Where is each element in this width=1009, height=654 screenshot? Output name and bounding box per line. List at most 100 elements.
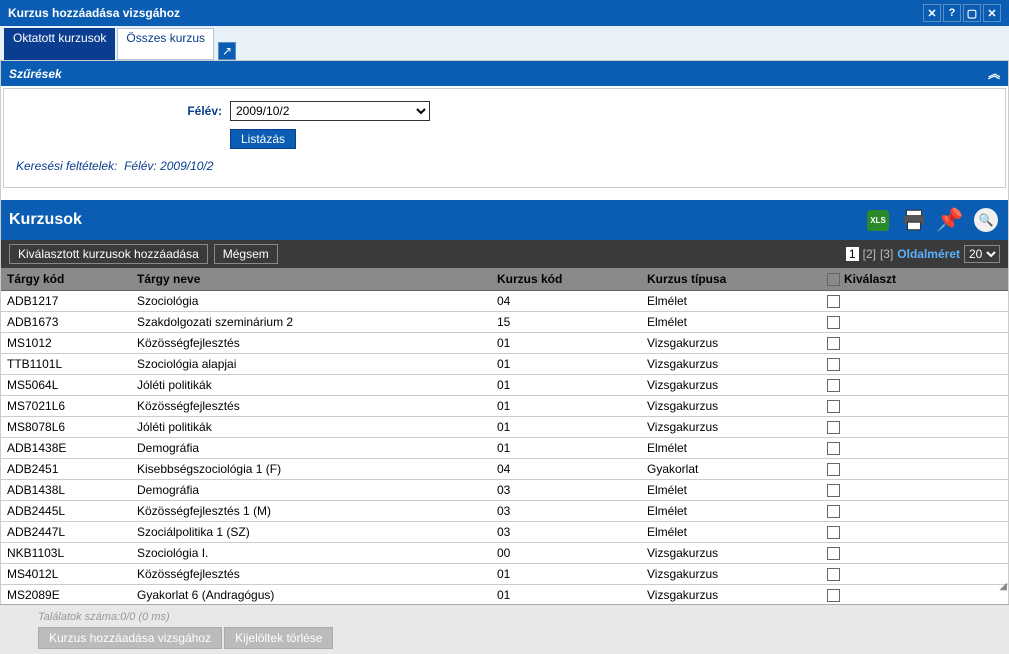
cell-name: Szociálpolitika 1 (SZ) [131,522,491,542]
footer-delete-button[interactable]: Kijelöltek törlése [224,627,333,649]
table-row[interactable]: ADB2447LSzociálpolitika 1 (SZ)03Elmélet [1,522,1008,543]
footer-add-button[interactable]: Kurzus hozzáadása vizsgához [38,627,222,649]
row-checkbox[interactable] [827,484,840,497]
table-row[interactable]: MS1012Közösségfejlesztés01Vizsgakurzus [1,333,1008,354]
row-checkbox[interactable] [827,505,840,518]
cell-select [821,333,941,353]
semester-label: Félév: [12,104,222,118]
row-checkbox[interactable] [827,358,840,371]
cancel-button[interactable]: Mégsem [214,244,278,264]
table-row[interactable]: MS2089EGyakorlat 6 (Andragógus)01Vizsgak… [1,585,1008,606]
cell-select [821,396,941,416]
row-checkbox[interactable] [827,547,840,560]
pin-icon[interactable]: 📌 [936,206,964,234]
cell-name: Közösségfejlesztés [131,396,491,416]
row-checkbox[interactable] [827,442,840,455]
cell-kcode: 01 [491,438,641,458]
cell-name: Szakdolgozati szeminárium 2 [131,312,491,332]
pager: 1 [2] [3] Oldalméret 20 [846,245,1000,263]
semester-select[interactable]: 2009/10/2 [230,101,430,121]
cell-select [821,417,941,437]
add-selected-button[interactable]: Kiválasztott kurzusok hozzáadása [9,244,208,264]
table-row[interactable]: MS8078L6Jóléti politikák01Vizsgakurzus [1,417,1008,438]
cell-code: ADB2445L [1,501,131,521]
table-row[interactable]: ADB1217Szociológia04Elmélet [1,291,1008,312]
minimize-icon[interactable]: ▢ [963,4,981,22]
header-select[interactable]: Kiválaszt [821,268,941,290]
cell-code: ADB1438E [1,438,131,458]
row-checkbox[interactable] [827,526,840,539]
page-3[interactable]: [3] [880,247,893,261]
table-row[interactable]: ADB2451Kisebbségszociológia 1 (F)04Gyako… [1,459,1008,480]
row-checkbox[interactable] [827,316,840,329]
row-checkbox[interactable] [827,379,840,392]
table-row[interactable]: ADB2445LKözösségfejlesztés 1 (M)03Elméle… [1,501,1008,522]
table-row[interactable]: ADB1438LDemográfia03Elmélet [1,480,1008,501]
resize-grip-icon[interactable]: ◢ [999,581,1007,592]
cell-kcode: 15 [491,312,641,332]
header-name[interactable]: Tárgy neve [131,268,491,290]
cell-kcode: 00 [491,543,641,563]
cell-code: ADB1217 [1,291,131,311]
cell-code: MS8078L6 [1,417,131,437]
page-size-label: Oldalméret [897,247,960,261]
page-2[interactable]: [2] [863,247,876,261]
table-row[interactable]: MS7021L6Közösségfejlesztés01Vizsgakurzus [1,396,1008,417]
cell-kcode: 04 [491,459,641,479]
cell-type: Gyakorlat [641,459,821,479]
header-code[interactable]: Tárgy kód [1,268,131,290]
cell-name: Jóléti politikák [131,417,491,437]
action-bar: Kiválasztott kurzusok hozzáadása Mégsem … [1,240,1008,268]
row-checkbox[interactable] [827,295,840,308]
cell-kcode: 01 [491,417,641,437]
cell-type: Elmélet [641,291,821,311]
page-size-select[interactable]: 20 [964,245,1000,263]
list-button[interactable]: Listázás [230,129,296,149]
search-icon[interactable]: 🔍 [972,206,1000,234]
table-row[interactable]: TTB1101LSzociológia alapjai01Vizsgakurzu… [1,354,1008,375]
search-criteria: Keresési feltételek: Félév: 2009/10/2 [12,153,997,179]
cell-type: Elmélet [641,501,821,521]
cell-code: MS7021L6 [1,396,131,416]
titlebar-unknown-icon[interactable]: ✕ [923,4,941,22]
cell-code: MS2089E [1,585,131,605]
cell-type: Vizsgakurzus [641,543,821,563]
cell-type: Elmélet [641,480,821,500]
main-scroll-area[interactable]: Szűrések ︽ Félév: 2009/10/2 Listázás Ker… [0,60,1009,612]
table-row[interactable]: MS5064LJóléti politikák01Vizsgakurzus [1,375,1008,396]
row-checkbox[interactable] [827,421,840,434]
cell-select [821,480,941,500]
cell-kcode: 01 [491,564,641,584]
row-checkbox[interactable] [827,589,840,602]
help-icon[interactable]: ? [943,4,961,22]
cell-code: ADB1438L [1,480,131,500]
close-icon[interactable]: ✕ [983,4,1001,22]
cell-kcode: 03 [491,501,641,521]
row-checkbox[interactable] [827,463,840,476]
cell-code: MS4012L [1,564,131,584]
cell-type: Elmélet [641,438,821,458]
table-row[interactable]: ADB1673Szakdolgozati szeminárium 215Elmé… [1,312,1008,333]
cell-code: MS1012 [1,333,131,353]
header-kcode[interactable]: Kurzus kód [491,268,641,290]
table-row[interactable]: NKB1103LSzociológia I.00Vizsgakurzus [1,543,1008,564]
tab-taught-courses[interactable]: Oktatott kurzusok [4,28,115,60]
table-row[interactable]: ADB1438EDemográfia01Elmélet [1,438,1008,459]
toolbar-icons: XLS 📌 🔍 [864,206,1000,234]
row-checkbox[interactable] [827,337,840,350]
footer-bar: Találatok száma:0/0 (0 ms) Kurzus hozzáa… [0,604,1009,654]
chevron-up-icon[interactable]: ︽ [988,65,1000,82]
row-checkbox[interactable] [827,400,840,413]
table-row[interactable]: MS4012LKözösségfejlesztés01Vizsgakurzus [1,564,1008,585]
header-type[interactable]: Kurzus típusa [641,268,821,290]
cell-name: Demográfia [131,438,491,458]
status-text: Találatok száma:0/0 (0 ms) [8,609,1001,625]
print-icon[interactable] [900,206,928,234]
row-checkbox[interactable] [827,568,840,581]
tab-all-courses[interactable]: Összes kurzus [117,28,214,60]
export-xls-icon[interactable]: XLS [864,206,892,234]
page-1[interactable]: 1 [846,247,859,261]
tab-expand-icon[interactable]: ↗ [218,42,236,60]
cell-code: ADB1673 [1,312,131,332]
select-all-checkbox[interactable] [827,273,840,286]
